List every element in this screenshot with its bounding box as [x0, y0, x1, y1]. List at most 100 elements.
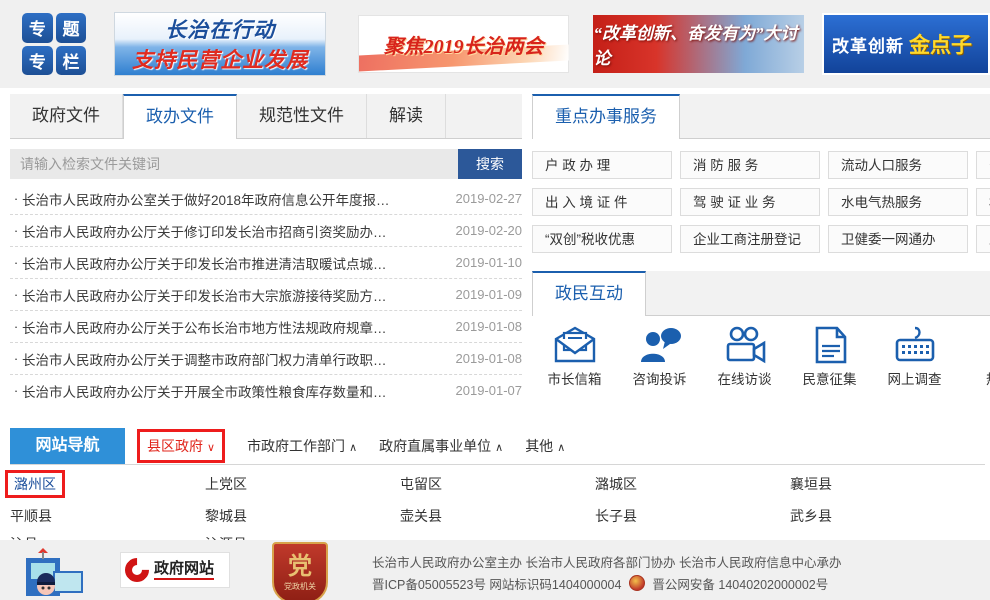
interaction-item-mayor-mailbox[interactable]: 市长信箱 — [532, 326, 617, 388]
footer-text-block: 长治市人民政府办公室主办 长治市人民政府各部门协办 长治市人民政府信息中心承办 … — [372, 552, 982, 596]
document-date: 2019-01-09 — [455, 287, 523, 302]
cyber-police-icon[interactable] — [14, 544, 92, 600]
party-government-badge[interactable]: 党 党政机关 — [272, 542, 328, 600]
services-grid: 户 政 办 理 消 防 服 务 流动人口服务 公 出 入 境 证 件 驾 驶 证… — [532, 151, 990, 253]
interaction-item-hotline[interactable]: 热点 — [957, 326, 990, 388]
list-item[interactable]: · 长治市人民政府办公厅关于调整市政府部门权力清单行政职… 2019-01-08 — [10, 343, 522, 375]
county-link-zhangzi[interactable]: 长子县 — [595, 506, 790, 526]
service-machine-clipped[interactable]: 机 — [976, 188, 990, 216]
banner-char-3: 专 — [22, 45, 53, 75]
county-link-luzhou[interactable]: 潞州区 — [5, 470, 65, 498]
bullet-icon: · — [13, 223, 19, 238]
search-input[interactable] — [10, 149, 458, 179]
county-link-licheng[interactable]: 黎城县 — [205, 506, 400, 526]
nav-item-label: 市政府工作部门 — [247, 438, 346, 454]
list-item[interactable]: · 长治市人民政府办公厅关于开展全市政策性粮食库存数量和… 2019-01-07 — [10, 375, 522, 406]
nav-item-direct-institutions[interactable]: 政府直属事业单位 ∧ — [379, 436, 503, 456]
service-shang-clipped[interactable]: 上 — [976, 225, 990, 253]
interaction-item-online-interview[interactable]: 在线访谈 — [702, 326, 787, 388]
hotline-icon — [978, 326, 990, 364]
document-title[interactable]: 长治市人民政府办公室关于做好2018年政府信息公开年度报… — [22, 189, 430, 209]
service-health-commission[interactable]: 卫健委一网通办 — [828, 225, 968, 253]
tab-government-documents[interactable]: 政府文件 — [10, 94, 123, 138]
bullet-icon: · — [13, 287, 19, 302]
document-title[interactable]: 长治市人民政府办公厅关于印发长治市大宗旅游接待奖励方… — [22, 285, 430, 305]
document-date: 2019-01-07 — [455, 383, 523, 398]
interaction-tab-row: 政民互动 — [532, 271, 990, 316]
service-tax-incentive[interactable]: “双创”税收优惠 — [532, 225, 672, 253]
list-item[interactable]: · 长治市人民政府办公厅关于公布长治市地方性法规政府规章… 2019-01-08 — [10, 311, 522, 343]
county-link-pingshun[interactable]: 平顺县 — [10, 506, 205, 526]
county-link-xiangyuan[interactable]: 襄垣县 — [790, 474, 985, 498]
interaction-item-complaints[interactable]: 咨询投诉 — [617, 326, 702, 388]
county-link-wuxiang[interactable]: 武乡县 — [790, 506, 985, 526]
banner-char-4: 栏 — [55, 45, 87, 75]
banner-reform-ideas[interactable]: 改革创新 金点子 — [822, 13, 990, 75]
service-utilities[interactable]: 水电气热服务 — [828, 188, 968, 216]
list-item[interactable]: · 长治市人民政府办公厅关于修订印发长治市招商引资奖励办… 2019-02-20 — [10, 215, 522, 247]
service-driver-license[interactable]: 驾 驶 证 业 务 — [680, 188, 820, 216]
footer-organizers: 长治市人民政府办公室主办 长治市人民政府各部门协办 长治市人民政府信息中心承办 — [372, 556, 842, 570]
banner-reform-discussion[interactable]: “改革创新、奋发有为”大讨论 — [593, 15, 805, 73]
footer-gongan-text: 晋公网安备 14040202000002号 — [652, 578, 829, 592]
county-link-shangdang[interactable]: 上党区 — [205, 474, 400, 498]
chevron-down-icon: ∨ — [207, 442, 216, 454]
tab-government-public-interaction[interactable]: 政民互动 — [532, 271, 646, 316]
mail-icon — [553, 326, 597, 364]
interaction-item-opinion-collection[interactable]: 民意征集 — [787, 326, 872, 388]
banner-xingdong-line2: 支持民营企业发展 — [132, 48, 309, 72]
nav-item-other[interactable]: 其他 ∧ — [525, 436, 565, 456]
interaction-label: 民意征集 — [802, 372, 857, 387]
tab-interpretation[interactable]: 解读 — [367, 94, 446, 138]
service-fire-service[interactable]: 消 防 服 务 — [680, 151, 820, 179]
document-title[interactable]: 长治市人民政府办公厅关于印发长治市推进清洁取暖试点城… — [22, 253, 430, 273]
government-website-badge[interactable]: 政府网站 — [120, 552, 230, 588]
page-root: 专 题 专 栏 长治在行动 支持民营企业发展 聚焦2019长治两会 “改革创新、… — [0, 0, 990, 600]
list-item[interactable]: · 长治市人民政府办公厅关于印发长治市大宗旅游接待奖励方… 2019-01-09 — [10, 279, 522, 311]
banner-zhuanti-zhuanlan[interactable]: 专 题 专 栏 — [22, 13, 87, 75]
tab-normative-documents[interactable]: 规范性文件 — [237, 94, 367, 138]
county-link-tunliu[interactable]: 屯留区 — [400, 474, 595, 498]
bullet-icon: · — [13, 319, 19, 334]
service-exit-entry-permit[interactable]: 出 入 境 证 件 — [532, 188, 672, 216]
document-title[interactable]: 长治市人民政府办公厅关于修订印发长治市招商引资奖励办… — [22, 221, 430, 241]
interaction-item-online-survey[interactable]: 网上调查 — [872, 326, 957, 388]
shield-emblem-icon: 党 — [288, 553, 312, 580]
nav-item-city-departments[interactable]: 市政府工作部门 ∧ — [247, 436, 357, 456]
banner-jindianzi-part1: 改革创新 — [832, 36, 905, 56]
banner-char-2: 题 — [55, 13, 87, 43]
search-button[interactable]: 搜索 — [458, 149, 522, 179]
interaction-label: 在线访谈 — [717, 372, 772, 387]
document-date: 2019-01-08 — [455, 351, 523, 366]
document-date: 2019-02-27 — [455, 191, 523, 206]
banner-strip: 专 题 专 栏 长治在行动 支持民营企业发展 聚焦2019长治两会 “改革创新、… — [0, 0, 990, 88]
nav-item-label: 政府直属事业单位 — [379, 438, 492, 454]
document-title[interactable]: 长治市人民政府办公厅关于调整市政府部门权力清单行政职… — [22, 349, 430, 369]
service-household-registration[interactable]: 户 政 办 理 — [532, 151, 672, 179]
tab-office-documents[interactable]: 政办文件 — [123, 94, 237, 139]
banner-char-1: 专 — [22, 13, 53, 43]
county-link-huguan[interactable]: 壶关县 — [400, 506, 595, 526]
banner-lianghui-2019[interactable]: 聚焦2019长治两会 — [357, 15, 570, 73]
services-panel: 重点办事服务 户 政 办 理 消 防 服 务 流动人口服务 公 出 入 境 证 … — [532, 94, 990, 388]
service-business-registration[interactable]: 企业工商注册登记 — [680, 225, 820, 253]
interaction-label: 网上调查 — [887, 372, 942, 387]
services-tab-row: 重点办事服务 — [532, 94, 990, 139]
documents-tab-row: 政府文件 政办文件 规范性文件 解读 — [10, 94, 522, 139]
chevron-up-icon: ∧ — [495, 442, 504, 454]
county-link-lucheng[interactable]: 潞城区 — [595, 474, 790, 498]
document-title[interactable]: 长治市人民政府办公厅关于公布长治市地方性法规政府规章… — [22, 317, 430, 337]
banner-changzhi-in-action[interactable]: 长治在行动 支持民营企业发展 — [114, 12, 326, 76]
list-item[interactable]: · 长治市人民政府办公厅关于印发长治市推进清洁取暖试点城… 2019-01-10 — [10, 247, 522, 279]
service-migrant-population[interactable]: 流动人口服务 — [828, 151, 968, 179]
list-item[interactable]: · 长治市人民政府办公室关于做好2018年政府信息公开年度报… 2019-02-… — [10, 183, 522, 215]
nav-item-label: 其他 — [525, 438, 554, 454]
nav-item-county-government[interactable]: 县区政府 ∨ — [137, 429, 226, 463]
document-icon — [808, 326, 852, 364]
document-title[interactable]: 长治市人民政府办公厅关于开展全市政策性粮食库存数量和… — [22, 381, 430, 401]
documents-panel: 政府文件 政办文件 规范性文件 解读 搜索 · 长治市人民政府办公室关于做好20… — [10, 94, 522, 406]
document-list: · 长治市人民政府办公室关于做好2018年政府信息公开年度报… 2019-02-… — [10, 183, 522, 406]
tab-key-services[interactable]: 重点办事服务 — [532, 94, 680, 139]
bullet-icon: · — [13, 191, 19, 206]
service-public-clipped[interactable]: 公 — [976, 151, 990, 179]
